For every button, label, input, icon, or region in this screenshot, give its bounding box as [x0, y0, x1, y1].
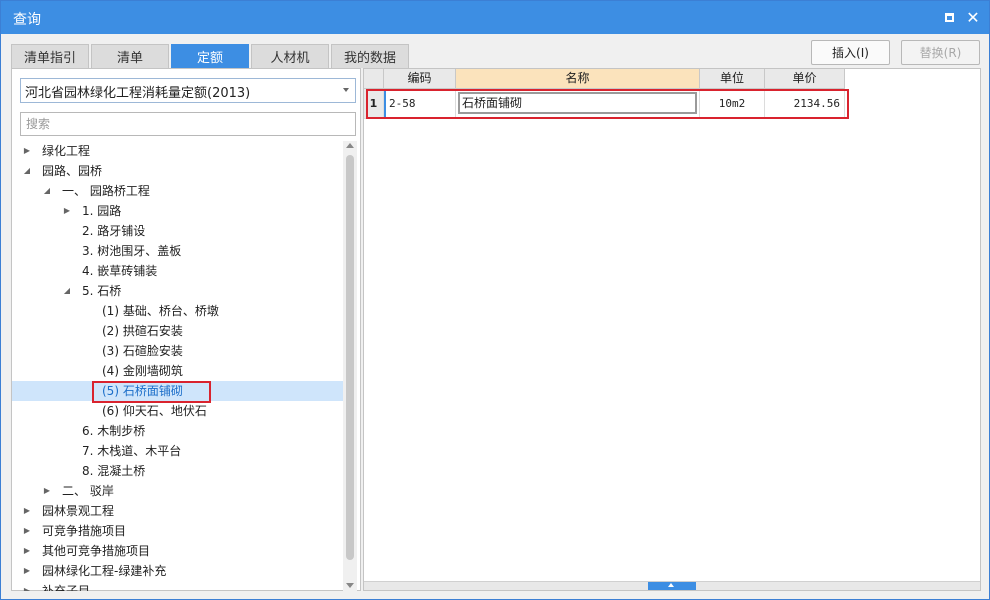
- tree-item-label: (4) 金刚墙砌筑: [102, 364, 183, 378]
- tab-quota[interactable]: 定额: [171, 44, 249, 68]
- scroll-up-icon[interactable]: [346, 143, 354, 148]
- tree-item-label: (1) 基础、桥台、桥墩: [102, 304, 219, 318]
- expanded-arrow-icon[interactable]: ◢: [22, 161, 32, 181]
- tree-item[interactable]: ◢ 园路、园桥: [12, 161, 343, 181]
- tree-item-label: 园林绿化工程-绿建补充: [42, 564, 167, 578]
- close-icon: ✕: [966, 7, 980, 27]
- tree-item[interactable]: (1) 基础、桥台、桥墩: [12, 301, 343, 321]
- tab-bill-guide[interactable]: 清单指引: [11, 44, 89, 68]
- search-input[interactable]: [20, 112, 356, 136]
- tree-item[interactable]: ▶ 绿化工程: [12, 141, 343, 161]
- tree-item[interactable]: 2. 路牙铺设: [12, 221, 343, 241]
- chevron-up-icon: [668, 583, 674, 587]
- chapter-tree: ▶ 绿化工程 ◢ 园路、园桥 ◢ 一、 园路桥工程 ▶ 1. 园路 2. 路牙铺设 3. 树池围牙…: [12, 141, 343, 591]
- header-rownum: [364, 69, 384, 89]
- tree-item[interactable]: ▶ 二、 驳岸: [12, 481, 343, 501]
- tree-item[interactable]: (5) 石桥面铺砌: [12, 381, 343, 403]
- tree-item[interactable]: ◢ 5. 石桥: [12, 281, 343, 301]
- dropdown-caret-icon: [343, 88, 349, 92]
- query-window: 查询 ✕ 清单指引 清单 定额 人材机 我的数据 插入(I) 替换(R) 河北省…: [0, 0, 990, 600]
- header-code[interactable]: 编码: [384, 69, 456, 89]
- tree-item-label: (2) 拱碹石安装: [102, 324, 183, 338]
- header-unit[interactable]: 单位: [700, 69, 765, 89]
- expanded-arrow-icon[interactable]: ◢: [62, 281, 72, 301]
- expanded-arrow-icon[interactable]: ◢: [42, 181, 52, 201]
- scroll-down-icon[interactable]: [346, 583, 354, 588]
- close-button[interactable]: ✕: [963, 7, 983, 27]
- selection-highlight-box: [92, 381, 211, 403]
- tree-item-label: 5. 石桥: [82, 284, 122, 298]
- tree-item[interactable]: 6. 木制步桥: [12, 421, 343, 441]
- tree-item-label: 3. 树池围牙、盖板: [82, 244, 182, 258]
- row-highlight-box: [366, 89, 849, 119]
- tree-item-label: 绿化工程: [42, 144, 91, 158]
- collapsed-arrow-icon[interactable]: ▶: [42, 481, 52, 501]
- collapsed-arrow-icon[interactable]: ▶: [22, 521, 32, 541]
- tree-item-label: 补充子目: [42, 584, 91, 591]
- tree-item-label: 7. 木栈道、木平台: [82, 444, 182, 458]
- collapsed-arrow-icon[interactable]: ▶: [22, 581, 32, 591]
- tree-item-label: 1. 园路: [82, 204, 122, 218]
- tree-item-label: (6) 仰天石、地伏石: [102, 404, 207, 418]
- tree-item[interactable]: (6) 仰天石、地伏石: [12, 401, 343, 421]
- window-title: 查询: [13, 12, 41, 28]
- tab-my-data[interactable]: 我的数据: [331, 44, 409, 68]
- tree-item[interactable]: (3) 石碹脸安装: [12, 341, 343, 361]
- tree-item-label: 二、 驳岸: [62, 484, 114, 498]
- horizontal-scrollbar[interactable]: [364, 581, 980, 590]
- header-price[interactable]: 单价: [765, 69, 845, 89]
- replace-button[interactable]: 替换(R): [901, 40, 980, 65]
- title-bar: 查询 ✕: [1, 1, 989, 34]
- header-name[interactable]: 名称: [456, 69, 700, 89]
- scroll-thumb[interactable]: [346, 155, 354, 560]
- tree-item[interactable]: ▶ 园林景观工程: [12, 501, 343, 521]
- tree-item-label: 可竞争措施项目: [42, 524, 127, 538]
- maximize-button[interactable]: [939, 7, 959, 27]
- results-panel: 编码 名称 单位 单价 1 2-58 石桥面铺砌 10m2 2134.56: [363, 68, 981, 591]
- tree-item-label: 4. 嵌草砖铺装: [82, 264, 158, 278]
- tree-item[interactable]: (2) 拱碹石安装: [12, 321, 343, 341]
- tree-item-label: 其他可竞争措施项目: [42, 544, 151, 558]
- panel-collapse-handle[interactable]: [648, 582, 696, 590]
- quota-library-select[interactable]: 河北省园林绿化工程消耗量定额(2013): [20, 78, 356, 103]
- tab-labor-material-machine[interactable]: 人材机: [251, 44, 329, 68]
- collapsed-arrow-icon[interactable]: ▶: [22, 141, 32, 161]
- quota-library-value: 河北省园林绿化工程消耗量定额(2013): [25, 86, 251, 101]
- tree-item-label: 园林景观工程: [42, 504, 115, 518]
- tree-item[interactable]: ▶ 补充子目: [12, 581, 343, 591]
- tree-item[interactable]: ▶ 可竞争措施项目: [12, 521, 343, 541]
- collapsed-arrow-icon[interactable]: ▶: [22, 541, 32, 561]
- tree-item-label: 一、 园路桥工程: [62, 184, 150, 198]
- tree-item-label: 8. 混凝土桥: [82, 464, 146, 478]
- tree-item[interactable]: ◢ 一、 园路桥工程: [12, 181, 343, 201]
- tree-item-label: 2. 路牙铺设: [82, 224, 146, 238]
- collapsed-arrow-icon[interactable]: ▶: [22, 501, 32, 521]
- tree-item[interactable]: 7. 木栈道、木平台: [12, 441, 343, 461]
- tree-item-label: 6. 木制步桥: [82, 424, 146, 438]
- tree-item[interactable]: ▶ 园林绿化工程-绿建补充: [12, 561, 343, 581]
- tab-bill[interactable]: 清单: [91, 44, 169, 68]
- tree-scrollbar[interactable]: [343, 141, 357, 591]
- tree-item[interactable]: 3. 树池围牙、盖板: [12, 241, 343, 261]
- tree-item-label: (3) 石碹脸安装: [102, 344, 183, 358]
- tree-item[interactable]: 4. 嵌草砖铺装: [12, 261, 343, 281]
- left-panel: 河北省园林绿化工程消耗量定额(2013) ▶ 绿化工程 ◢ 园路、园桥 ◢ 一、 园路桥工…: [11, 68, 361, 591]
- insert-button[interactable]: 插入(I): [811, 40, 890, 65]
- maximize-icon: [944, 12, 954, 22]
- tree-item[interactable]: ▶ 其他可竞争措施项目: [12, 541, 343, 561]
- collapsed-arrow-icon[interactable]: ▶: [22, 561, 32, 581]
- collapsed-arrow-icon[interactable]: ▶: [62, 201, 72, 221]
- tree-item-label: 园路、园桥: [42, 164, 103, 178]
- tree-item[interactable]: ▶ 1. 园路: [12, 201, 343, 221]
- tree-item[interactable]: 8. 混凝土桥: [12, 461, 343, 481]
- tree-item[interactable]: (4) 金刚墙砌筑: [12, 361, 343, 381]
